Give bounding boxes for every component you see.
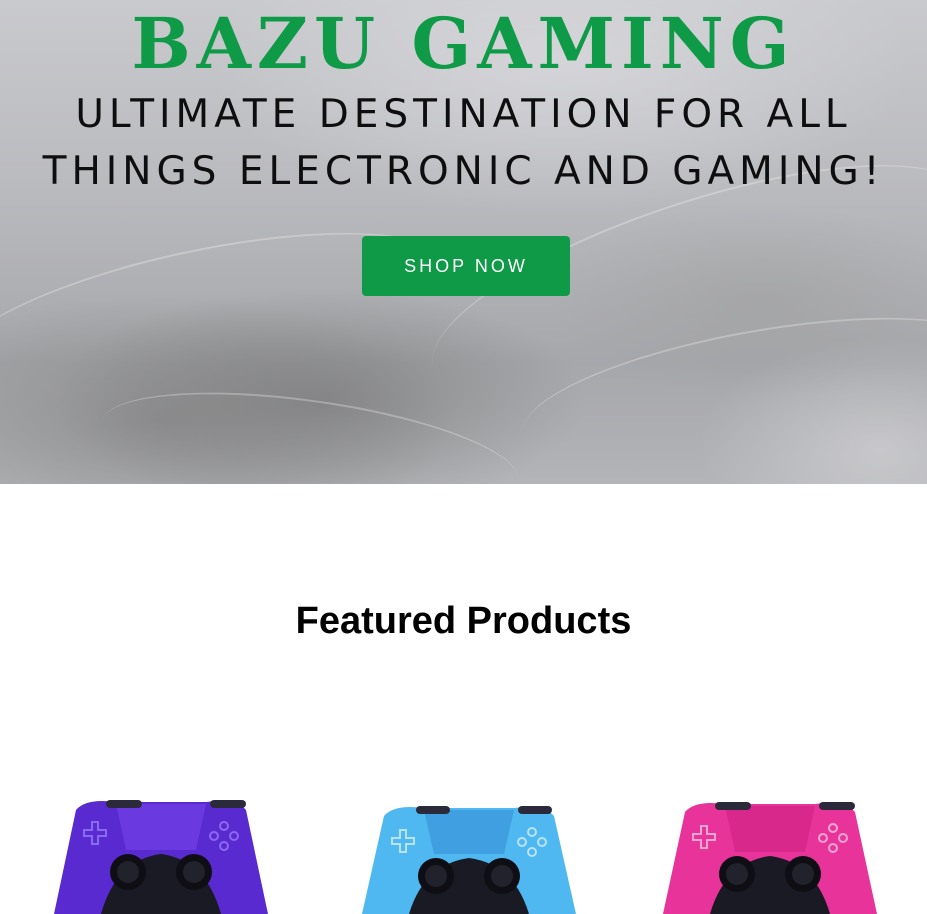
featured-products-heading: Featured Products [295,600,632,642]
hero-subtitle-line-2: THINGS ELECTRONIC AND GAMING! [42,149,885,194]
product-card-pink-controller[interactable] [655,790,885,914]
hero-banner: BAZU GAMING ULTIMATE DESTINATION FOR ALL… [0,0,927,484]
purple-controller-image [54,800,268,914]
product-card-blue-controller[interactable] [354,790,584,914]
blue-controller-image [362,806,576,914]
brand-title: BAZU GAMING [131,2,796,85]
hero-subtitle: ULTIMATE DESTINATION FOR ALL THINGS ELEC… [10,86,917,200]
shop-now-button[interactable]: SHOP NOW [362,236,570,296]
hero-subtitle-line-1: ULTIMATE DESTINATION FOR ALL [75,92,852,137]
product-card-purple-controller[interactable] [46,790,276,914]
pink-controller-image [663,802,877,914]
